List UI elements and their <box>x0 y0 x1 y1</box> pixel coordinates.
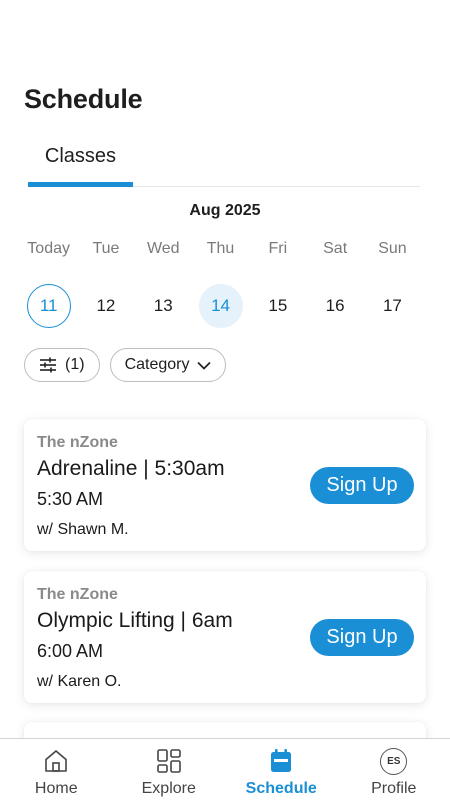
sign-up-button[interactable]: Sign Up <box>310 467 414 504</box>
weekday-label: Thu <box>206 240 235 257</box>
date-cell[interactable]: 17 <box>364 284 421 328</box>
sign-up-button[interactable]: Sign Up <box>310 619 414 656</box>
weekday-label: Today <box>27 240 70 257</box>
home-icon <box>43 747 69 775</box>
class-name: Adrenaline | 5:30am <box>37 457 225 480</box>
month-label: Aug 2025 <box>189 202 261 219</box>
nav-label: Profile <box>371 780 417 797</box>
calendar-icon <box>269 747 293 775</box>
nav-explore[interactable]: Explore <box>113 739 226 800</box>
tab-classes-label: Classes <box>44 145 117 167</box>
class-time: 5:30 AM <box>37 489 104 509</box>
date-number: 14 <box>198 284 243 328</box>
class-name: Olympic Lifting | 6am <box>37 609 233 632</box>
nav-label: Schedule <box>245 780 317 797</box>
tab-bar: Classes <box>28 140 420 187</box>
tab-classes[interactable]: Classes <box>28 140 133 186</box>
category-label: Category <box>124 356 190 373</box>
date-number: 11 <box>26 284 71 328</box>
date-number: 17 <box>382 296 402 315</box>
weekday-row: Today Tue Wed Thu Fri Sat Sun <box>20 240 428 258</box>
date-number: 12 <box>96 296 116 315</box>
date-number: 13 <box>153 296 173 315</box>
nav-label: Explore <box>141 780 196 797</box>
nav-label: Home <box>34 780 78 797</box>
date-selected[interactable]: 14 <box>192 284 249 328</box>
class-instructor: w/ Karen O. <box>37 673 122 690</box>
active-tab-indicator <box>28 182 133 187</box>
nav-schedule[interactable]: Schedule <box>225 739 338 800</box>
bottom-nav: Home Explore Schedule ES Profile <box>0 738 450 800</box>
weekday-label: Wed <box>146 240 180 257</box>
date-cell[interactable]: 16 <box>306 284 363 328</box>
explore-grid-icon <box>156 747 182 775</box>
date-cell[interactable]: 12 <box>77 284 134 328</box>
class-instructor: w/ Shawn M. <box>37 521 129 538</box>
date-cell[interactable]: 13 <box>135 284 192 328</box>
filter-count: (1) <box>65 356 85 373</box>
nav-home[interactable]: Home <box>0 739 113 800</box>
date-cell[interactable]: 15 <box>249 284 306 328</box>
class-venue: The nZone <box>37 586 118 603</box>
filter-bar: (1) Category <box>24 348 227 382</box>
weekday-label: Fri <box>268 240 288 257</box>
date-today[interactable]: 11 <box>20 284 77 328</box>
category-dropdown[interactable]: Category <box>109 348 227 382</box>
weekday-label: Sat <box>323 240 348 257</box>
date-number: 15 <box>268 296 288 315</box>
weekday-label: Sun <box>378 240 407 257</box>
class-card[interactable]: The nZone Olympic Lifting | 6am 6:00 AM … <box>24 571 426 703</box>
avatar: ES <box>380 747 408 775</box>
class-time: 6:00 AM <box>37 641 104 661</box>
nav-profile[interactable]: ES Profile <box>338 739 450 800</box>
schedule-screen: Schedule Classes Aug 2025 Today Tue Wed … <box>0 0 450 800</box>
weekday-label: Tue <box>92 240 120 257</box>
avatar-wrap: ES <box>380 747 408 775</box>
filter-button[interactable]: (1) <box>24 348 100 382</box>
date-row: 11 12 13 14 15 16 17 <box>20 284 428 328</box>
page-title: Schedule <box>24 84 143 114</box>
chevron-down-icon <box>197 361 212 370</box>
class-venue: The nZone <box>37 434 118 451</box>
class-card[interactable]: The nZone Adrenaline | 5:30am 5:30 AM w/… <box>24 419 426 551</box>
sliders-icon <box>39 357 57 373</box>
date-number: 16 <box>325 296 345 315</box>
